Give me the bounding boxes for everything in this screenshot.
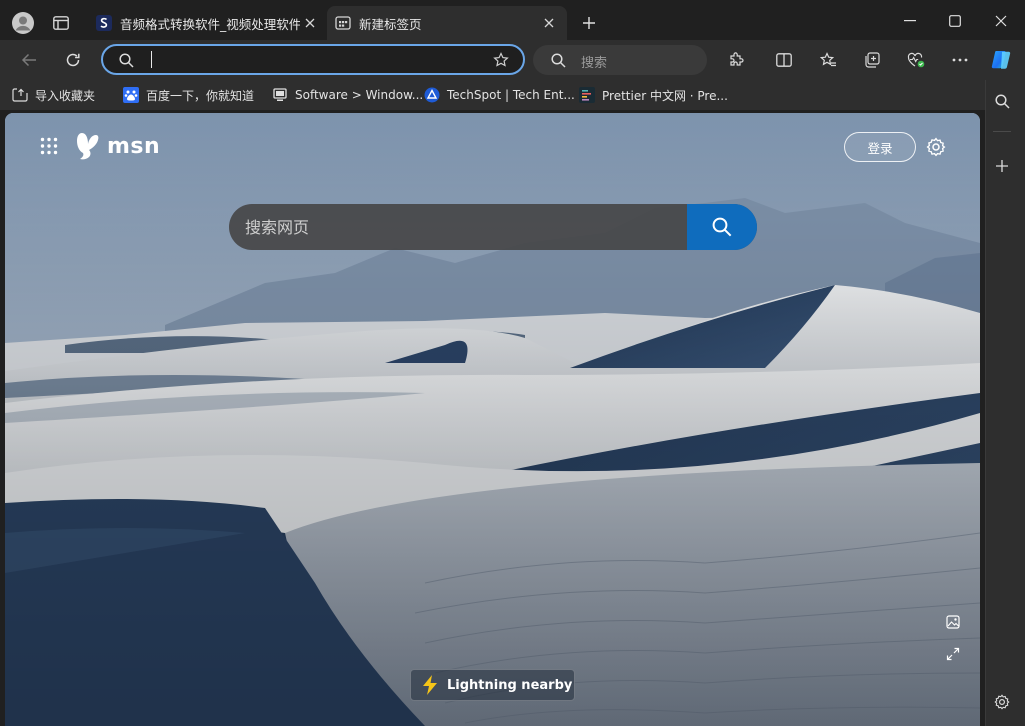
back-arrow-icon[interactable] [17, 49, 41, 71]
favorite-baidu[interactable]: 百度一下，你就知道 [123, 84, 254, 106]
msn-logo-text: msn [107, 133, 161, 159]
web-search-input[interactable] [229, 204, 687, 250]
sidebar-divider [993, 131, 1011, 132]
profile-avatar[interactable] [10, 10, 36, 36]
toolbar-search-box[interactable]: 搜索 [533, 45, 707, 75]
tab-title: 音频格式转换软件_视频处理软件_ [120, 16, 300, 32]
refresh-icon[interactable] [61, 48, 85, 72]
favorite-star-icon[interactable] [491, 51, 511, 69]
close-window-icon[interactable] [989, 10, 1013, 32]
copilot-icon[interactable] [988, 47, 1014, 73]
favorite-label: Software > Window... [295, 88, 424, 102]
collections-icon[interactable] [860, 49, 884, 71]
techspot-favicon-icon [424, 87, 440, 103]
close-tab-icon[interactable] [539, 13, 559, 33]
sidebar-settings-icon[interactable] [992, 692, 1012, 712]
sidebar-search-icon[interactable] [992, 91, 1012, 111]
new-tab-plus-icon[interactable] [578, 12, 600, 34]
minimize-icon[interactable] [898, 10, 922, 32]
tab-actions-icon[interactable] [50, 13, 72, 33]
app-s-favicon-icon [96, 15, 112, 31]
lightning-nearby-button[interactable]: Lightning nearby [410, 669, 575, 701]
favorite-label: 百度一下，你就知道 [146, 88, 255, 103]
lightning-label: Lightning nearby [447, 677, 573, 693]
sidebar-add-icon[interactable] [992, 156, 1012, 176]
image-info-icon[interactable] [943, 612, 963, 632]
import-favorites-icon [12, 87, 28, 103]
favorite-techspot[interactable]: TechSpot | Tech Ent... [424, 84, 575, 106]
search-icon [117, 51, 135, 69]
login-button[interactable]: 登录 [844, 132, 916, 162]
msn-butterfly-icon [77, 131, 101, 161]
extensions-puzzle-icon[interactable] [724, 49, 748, 71]
search-icon [549, 51, 567, 69]
favorite-software[interactable]: Software > Window... [272, 84, 423, 106]
favorite-prettier[interactable]: Prettier 中文网 · Pre... [579, 84, 728, 106]
new-tab-favicon-icon [335, 15, 351, 31]
browser-essentials-icon[interactable] [904, 49, 928, 71]
baidu-paw-icon [123, 87, 139, 103]
maximize-icon[interactable] [943, 10, 967, 32]
apps-grid-icon[interactable] [38, 135, 60, 157]
prettier-favicon-icon [579, 87, 595, 103]
tab-title: 新建标签页 [359, 16, 422, 32]
tab-new-tab[interactable]: 新建标签页 [327, 6, 567, 40]
web-search-button[interactable] [687, 204, 757, 250]
more-menu-icon[interactable] [948, 49, 972, 71]
close-tab-icon[interactable] [300, 13, 320, 33]
page-settings-gear-icon[interactable] [924, 135, 948, 159]
split-screen-icon[interactable] [772, 49, 796, 71]
lightning-bolt-icon [421, 674, 439, 696]
address-bar[interactable] [101, 44, 525, 75]
new-tab-page: msn 登录 Lightning nearby [5, 113, 980, 726]
favorite-import[interactable]: 导入收藏夹 [12, 84, 95, 106]
favorite-label: Prettier 中文网 · Pre... [602, 88, 728, 103]
toolbar-search-placeholder: 搜索 [581, 56, 608, 71]
edge-sidebar [985, 80, 1025, 726]
web-search-box [229, 204, 757, 250]
favorites-icon[interactable] [816, 49, 840, 71]
tab-audio-converter[interactable]: 音频格式转换软件_视频处理软件_ [88, 6, 328, 40]
software-favicon-icon [272, 87, 288, 103]
favorite-label: 导入收藏夹 [35, 88, 96, 103]
msn-logo[interactable]: msn [77, 129, 160, 163]
favorite-label: TechSpot | Tech Ent... [447, 88, 575, 102]
search-icon [712, 217, 732, 237]
text-caret [151, 51, 152, 68]
expand-arrows-icon[interactable] [943, 644, 963, 664]
